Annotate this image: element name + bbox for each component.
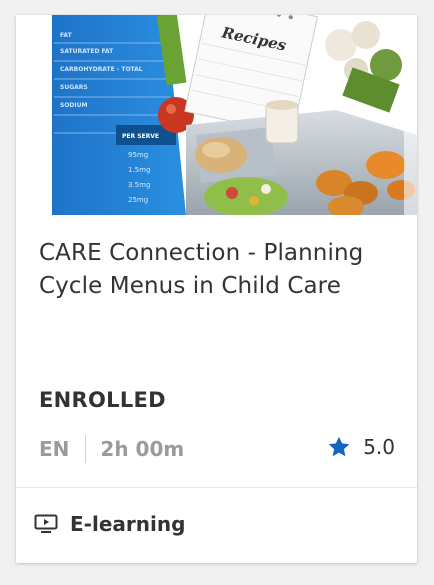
rating-value: 5.0 (363, 435, 395, 459)
enrollment-status: ENROLLED (39, 388, 166, 412)
course-type-label: E-learning (70, 512, 186, 536)
nutrition-value: 1.5mg (128, 166, 150, 174)
nutrition-row: SODIUM (60, 102, 88, 109)
nutrition-row: SUGARS (60, 84, 88, 91)
course-thumbnail: FAT SATURATED FAT CARBOHYDRATE - TOTAL S… (16, 15, 417, 215)
nutrition-row: CARBOHYDRATE - TOTAL (60, 66, 143, 73)
nutrition-row: FAT (60, 32, 73, 39)
course-duration: 2h 00m (100, 437, 185, 461)
nutrition-value: 95mg (128, 151, 148, 159)
card-footer-divider (16, 487, 417, 488)
course-card[interactable]: FAT SATURATED FAT CARBOHYDRATE - TOTAL S… (16, 15, 417, 563)
course-rating: 5.0 (327, 435, 395, 459)
language-code: EN (39, 437, 70, 461)
thumbnail-illustration: FAT SATURATED FAT CARBOHYDRATE - TOTAL S… (16, 15, 417, 215)
nutrition-row: SATURATED FAT (60, 48, 114, 55)
course-title[interactable]: CARE Connection - Planning Cycle Menus i… (39, 237, 404, 303)
course-meta: EN 2h 00m (39, 435, 184, 463)
nutrition-value: 3.5mg (128, 181, 150, 189)
star-icon (328, 436, 350, 457)
meta-divider (85, 435, 87, 463)
video-screen-icon (34, 514, 58, 533)
nutrition-value: 25mg (128, 196, 148, 204)
course-type: E-learning (34, 512, 185, 536)
per-serve-label: PER SERVE (122, 133, 159, 140)
